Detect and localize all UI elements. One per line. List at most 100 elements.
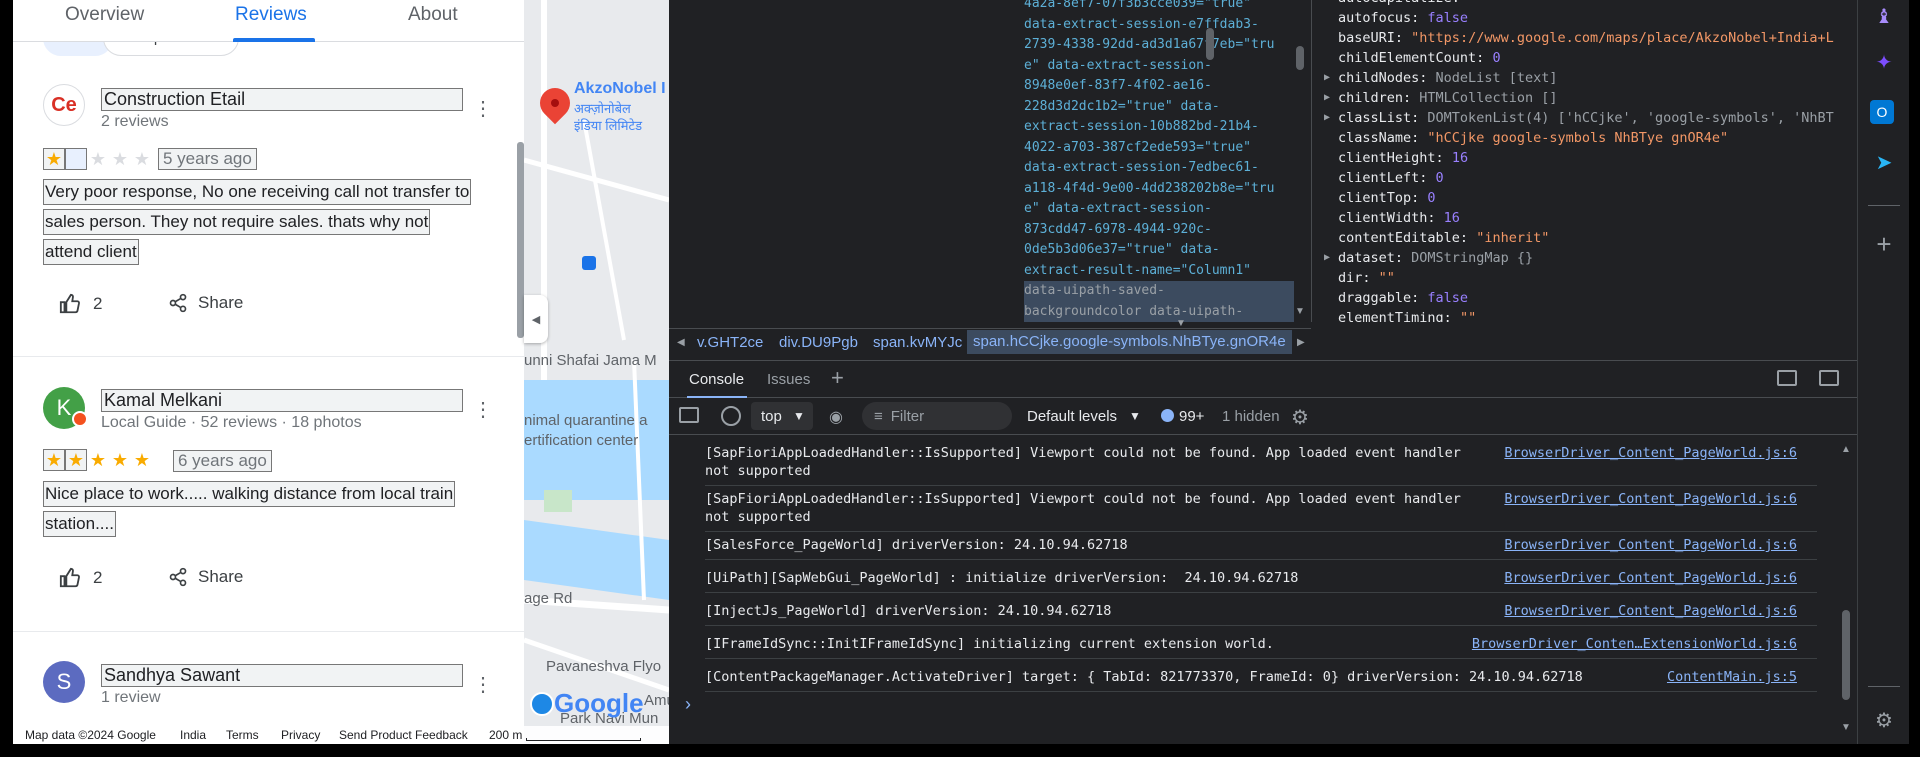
expand-icon[interactable]: ▶ — [1324, 112, 1330, 123]
collapse-panel-button[interactable]: ◀ — [524, 295, 548, 343]
source-link[interactable]: BrowserDriver_Content_PageWorld.js:6 — [1504, 602, 1797, 620]
more-options-icon[interactable]: ⋮ — [473, 672, 493, 697]
console-prompt[interactable]: › — [685, 694, 691, 715]
scroll-down-icon[interactable]: ▼ — [1841, 722, 1851, 733]
crumb-left-icon[interactable]: ◀ — [677, 337, 685, 348]
star-rating: ★ ★ ★ ★ ★ — [43, 148, 153, 170]
copilot-icon[interactable]: ✦ — [1870, 48, 1898, 76]
property-row[interactable]: className: "hCCjke google-symbols NhBTye… — [1338, 130, 1728, 146]
console-scrollbar[interactable] — [1842, 610, 1850, 700]
source-link[interactable]: BrowserDriver_Content_PageWorld.js:6 — [1504, 490, 1797, 508]
terms-link[interactable]: Terms — [226, 728, 259, 742]
expand-icon[interactable]: ▶ — [1324, 252, 1330, 263]
property-row[interactable]: ▶ childNodes: NodeList [text] — [1324, 70, 1557, 86]
bus-stop-icon[interactable] — [582, 256, 596, 270]
close-drawer-icon[interactable] — [1819, 370, 1839, 386]
source-link[interactable]: BrowserDriver_Content_PageWorld.js:6 — [1504, 536, 1797, 554]
property-row[interactable]: childElementCount: 0 — [1338, 50, 1501, 66]
star-rating: ★ ★ ★ ★ ★ — [43, 449, 153, 471]
property-row[interactable]: elementTiming: "" — [1338, 310, 1476, 322]
breadcrumb-item[interactable]: div.DU9Pgb — [779, 334, 858, 351]
elements-scrollbar[interactable] — [1296, 46, 1304, 70]
map-view[interactable]: AkzoNobel I अक्ज़ोनोबेल इंडिया लिमिटेड u… — [524, 0, 669, 744]
star-icon: ★ — [43, 449, 65, 471]
like-button[interactable]: 2 — [59, 567, 102, 589]
log-levels-dropdown[interactable]: Default levels — [1027, 408, 1117, 425]
expand-icon[interactable]: ▶ — [1324, 72, 1330, 83]
scroll-down-icon[interactable]: ▼ — [1295, 306, 1305, 317]
eye-icon[interactable]: ◉ — [829, 407, 843, 427]
property-row[interactable]: clientLeft: 0 — [1338, 170, 1444, 186]
breadcrumb-item[interactable]: v.GHT2ce — [697, 334, 763, 351]
tab-overview[interactable]: Overview — [65, 4, 144, 26]
drawer-tabs: Console Issues + — [669, 360, 1857, 398]
breadcrumb-current[interactable]: span.hCCjke.google-symbols.NhBTye.gnOR4e — [967, 330, 1292, 354]
property-row[interactable]: contentEditable: "inherit" — [1338, 230, 1549, 246]
avatar[interactable]: Ce — [43, 84, 85, 126]
property-value: "inherit" — [1476, 230, 1550, 246]
property-row[interactable]: ▶ classList: DOMTokenList(4) ['hCCjke', '… — [1324, 110, 1834, 126]
message-text: [IFrameIdSync::InitIFrameIdSync] initial… — [705, 636, 1274, 652]
sidebar-toggle-icon[interactable] — [679, 407, 699, 423]
gear-icon[interactable]: ⚙ — [1870, 706, 1898, 734]
reviewer-name[interactable]: Sandhya Sawant — [101, 664, 463, 687]
gear-icon[interactable]: ⚙ — [1291, 405, 1309, 430]
properties-pane[interactable]: autoCapitalize: "" autofocus: false baseUR… — [1176, 0, 1857, 329]
map-region-link[interactable]: India — [180, 728, 206, 742]
property-row[interactable]: ▶ children: HTMLCollection [] — [1324, 90, 1557, 106]
property-row[interactable]: autofocus: false — [1338, 10, 1468, 26]
tab-issues[interactable]: Issues — [767, 371, 810, 388]
property-row[interactable]: draggable: false — [1338, 290, 1468, 306]
review-text-line: Nice place to work..... walking distance… — [43, 481, 456, 507]
review-text-line: attend client — [43, 239, 139, 265]
property-value: false — [1427, 10, 1469, 26]
message-text: [SapFioriAppLoadedHandler::IsSupported] … — [705, 445, 1461, 479]
reviewer-name[interactable]: Kamal Melkani — [101, 389, 463, 412]
filter-placeholder: Filter — [890, 408, 925, 425]
like-button[interactable]: 2 — [59, 293, 102, 315]
property-row[interactable]: clientHeight: 16 — [1338, 150, 1468, 166]
tab-console[interactable]: Console — [689, 371, 744, 388]
outlook-icon[interactable]: O — [1870, 100, 1894, 124]
feedback-link[interactable]: Send Product Feedback — [339, 728, 468, 742]
share-button[interactable]: Share — [168, 567, 243, 587]
reviewer-meta: 2 reviews — [101, 113, 169, 130]
filter-input[interactable]: ≡ Filter — [862, 402, 1012, 430]
property-row[interactable]: autoCapitalize: "" — [1338, 0, 1484, 6]
clear-console-icon[interactable] — [721, 406, 741, 426]
location-marker-icon[interactable] — [530, 692, 554, 716]
dock-side-icon[interactable] — [1777, 370, 1797, 386]
property-row[interactable]: ▶ dataset: DOMStringMap {} — [1324, 250, 1533, 266]
elements-tree[interactable]: 4a2a-8ef7-07f3b3cce039="true" data-extrac… — [669, 0, 1311, 322]
breadcrumb-item[interactable]: span.kvMYJc — [873, 334, 962, 351]
more-options-icon[interactable]: ⋮ — [473, 96, 493, 121]
tab-reviews[interactable]: Reviews — [235, 4, 307, 26]
issue-count[interactable]: 99+ — [1179, 408, 1204, 425]
avatar[interactable]: S — [43, 661, 85, 703]
add-icon[interactable]: + — [1870, 229, 1898, 259]
code-line: e" data-extract-session- — [1024, 57, 1212, 73]
source-link[interactable]: BrowserDriver_Content_PageWorld.js:6 — [1504, 569, 1797, 587]
console-output[interactable]: › ▲ ▼ [SapFioriAppLoadedHandler::IsSuppo… — [669, 436, 1857, 744]
place-label[interactable]: AkzoNobel I — [574, 80, 666, 98]
telegram-icon[interactable]: ➤ — [1870, 148, 1898, 176]
property-row[interactable]: dir: "" — [1338, 270, 1395, 286]
property-row[interactable]: baseURI: "https://www.google.com/maps/pl… — [1338, 30, 1834, 46]
source-link[interactable]: BrowserDriver_Content_PageWorld.js:6 — [1504, 444, 1797, 462]
chess-icon[interactable]: ♝ — [1870, 2, 1898, 30]
panel-scrollbar[interactable] — [517, 142, 524, 338]
property-row[interactable]: clientWidth: 16 — [1338, 210, 1460, 226]
tab-about[interactable]: About — [408, 4, 458, 26]
crumb-right-icon[interactable]: ▶ — [1297, 337, 1305, 348]
scroll-up-icon[interactable]: ▲ — [1841, 444, 1851, 455]
more-options-icon[interactable]: ⋮ — [473, 397, 493, 422]
expand-icon[interactable]: ▶ — [1324, 92, 1330, 103]
privacy-link[interactable]: Privacy — [281, 728, 320, 742]
source-link[interactable]: BrowserDriver_Conten…ExtensionWorld.js:6 — [1472, 635, 1797, 653]
property-row[interactable]: clientTop: 0 — [1338, 190, 1436, 206]
source-link[interactable]: ContentMain.js:5 — [1667, 668, 1797, 686]
reviewer-name[interactable]: Construction Etail — [101, 88, 463, 111]
add-tab-icon[interactable]: + — [831, 365, 844, 391]
review-text-line: Very poor response, No one receiving cal… — [43, 179, 472, 205]
share-button[interactable]: Share — [168, 293, 243, 313]
